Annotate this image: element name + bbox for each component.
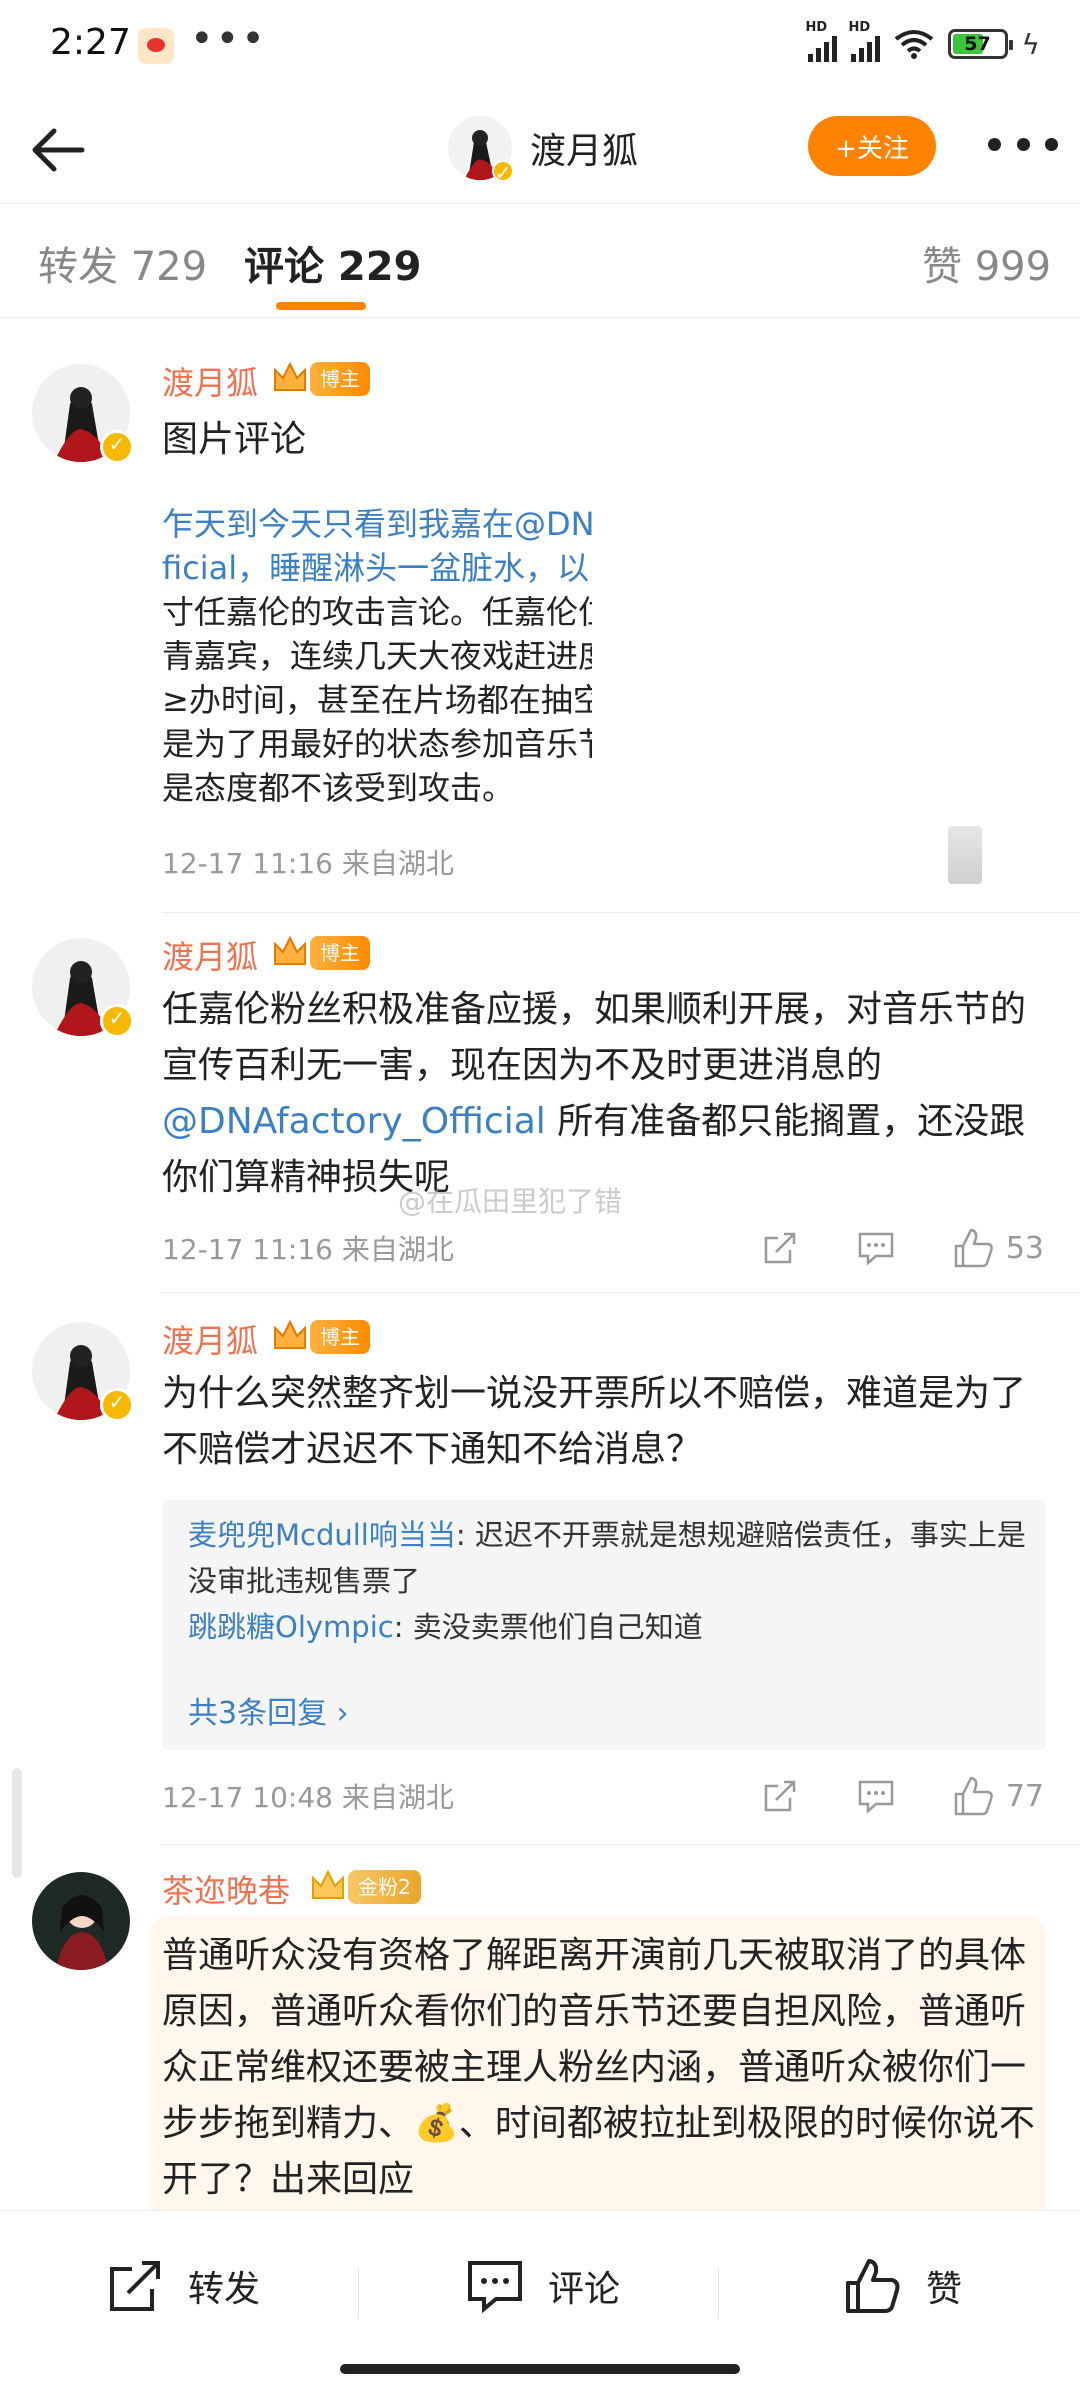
signal-icon: HD (806, 20, 837, 62)
avatar[interactable] (32, 364, 134, 464)
nav-title: 渡月狐 (530, 131, 639, 172)
view-all-replies-link[interactable]: 共3条回复 › (188, 1688, 349, 1732)
share-button[interactable] (760, 1228, 800, 1268)
like-count: 77 (1005, 1778, 1044, 1814)
signal-icon: HD (849, 20, 880, 62)
tab-likes[interactable]: 赞 999 (922, 234, 1051, 292)
comment-author[interactable]: 茶迩晚巷 (162, 1866, 290, 1912)
verified-badge-icon (100, 430, 134, 464)
crown-icon (274, 1319, 306, 1349)
comment-icon (468, 2261, 522, 2314)
tab-active-indicator (276, 302, 366, 310)
like-button[interactable]: 赞 (842, 2255, 962, 2317)
comment-actions: 77 (704, 1774, 1044, 1818)
share-icon (110, 2261, 160, 2311)
comment-author[interactable]: 渡月狐 (162, 932, 258, 978)
comment-text: 任嘉伦粉丝积极准备应援，如果顺利开展，对音乐节的宣传百利无一害，现在因为不及时更… (162, 989, 1027, 1198)
detail-tabs: 转发 729 评论 229 赞 999 (0, 204, 1080, 318)
share-icon (764, 1232, 796, 1264)
weibo-notification-icon (138, 28, 174, 64)
comment-text: 普通听众没有资格了解距离开演前几天被取消了的具体原因，普通听众看你们的音乐节还要… (162, 1935, 1035, 2200)
nav-user[interactable]: 渡月狐 (448, 116, 639, 185)
comment-icon (858, 1232, 894, 1266)
blogger-badge: 博主 (310, 936, 370, 970)
tab-comments[interactable]: 评论 229 (244, 234, 421, 292)
tab-repost[interactable]: 转发 729 (38, 234, 207, 292)
image-thumbnail-icon[interactable] (948, 826, 982, 884)
wifi-icon (894, 30, 933, 59)
back-arrow-icon[interactable] (26, 118, 90, 182)
avatar[interactable] (32, 1322, 134, 1422)
crown-icon (312, 1869, 344, 1899)
crown-icon (274, 935, 306, 965)
battery-icon: 57 (947, 29, 1013, 59)
fan-level-badge: 金粉2 (348, 1870, 421, 1904)
more-notifications-icon: ••• (190, 16, 267, 62)
thumbs-up-icon (954, 1776, 993, 1816)
comment-meta: 12-17 11:16 来自湖北 (162, 1233, 454, 1266)
like-button[interactable]: 53 (952, 1226, 1044, 1270)
comment-text: 图片评论 (162, 419, 307, 460)
thumbs-up-icon (846, 2259, 900, 2313)
verified-badge-icon (100, 1004, 134, 1038)
home-indicator[interactable] (340, 2364, 740, 2374)
comment-author[interactable]: 渡月狐 (162, 358, 258, 404)
status-time: 2:27 (50, 22, 131, 63)
comment-actions: 53 (704, 1226, 1044, 1270)
share-icon (764, 1780, 796, 1812)
money-bag-icon: 💰 (414, 2103, 459, 2144)
repost-button[interactable]: 转发 (104, 2255, 260, 2317)
mention-link[interactable]: @DNAfactory_Official (162, 1101, 546, 1142)
nav-avatar[interactable] (448, 116, 514, 185)
like-label: 赞 (926, 2269, 963, 2310)
more-options-icon[interactable] (988, 132, 1058, 156)
comment-meta: 12-17 11:16 来自湖北 (162, 847, 454, 880)
reply-item[interactable]: 跳跳糖Olympic: 卖没卖票他们自己知道 (188, 1604, 1028, 1650)
top-nav-bar: 渡月狐 +关注 (0, 96, 1080, 204)
reply-button[interactable] (856, 1228, 896, 1268)
comment-meta: 12-17 10:48 来自湖北 (162, 1781, 454, 1814)
charging-icon: ϟ (1021, 27, 1040, 61)
verified-badge-icon (492, 160, 514, 185)
comment-button[interactable]: 评论 (464, 2255, 620, 2317)
avatar[interactable] (32, 938, 134, 1038)
status-bar: 2:27 ••• HD HD 57 ϟ (0, 0, 1080, 96)
avatar[interactable] (32, 1872, 130, 1970)
comment-text: 为什么突然整齐划一说没开票所以不赔偿，难道是为了不赔偿才迟迟不下通知不给消息？ (162, 1373, 1027, 1470)
blogger-badge: 博主 (310, 362, 370, 396)
share-button[interactable] (760, 1776, 800, 1816)
blogger-badge: 博主 (310, 1320, 370, 1354)
crown-icon (274, 361, 306, 391)
reply-button[interactable] (856, 1776, 896, 1816)
scroll-indicator[interactable] (12, 1768, 22, 1878)
comment-label: 评论 (548, 2269, 621, 2310)
comment-image[interactable]: 乍天到今天只看到我嘉在@DN ficial，睡醒淋头一盆脏水，以 寸任嘉伦的攻击… (162, 490, 592, 810)
reply-item[interactable]: 麦兜兜Mcdull响当当: 迟迟不开票就是想规避赔偿责任，事实上是没审批违规售票… (188, 1512, 1028, 1604)
watermark: @在瓜田里犯了错 (398, 1185, 623, 1218)
reply-preview[interactable]: 麦兜兜Mcdull响当当: 迟迟不开票就是想规避赔偿责任，事实上是没审批违规售票… (162, 1500, 1046, 1750)
comment-icon (858, 1780, 894, 1814)
like-button[interactable]: 77 (952, 1774, 1044, 1818)
like-count: 53 (1005, 1230, 1044, 1266)
follow-button[interactable]: +关注 (808, 116, 936, 176)
verified-badge-icon (100, 1388, 134, 1422)
comment-author[interactable]: 渡月狐 (162, 1316, 258, 1362)
thumbs-up-icon (954, 1228, 993, 1268)
repost-label: 转发 (188, 2269, 261, 2310)
